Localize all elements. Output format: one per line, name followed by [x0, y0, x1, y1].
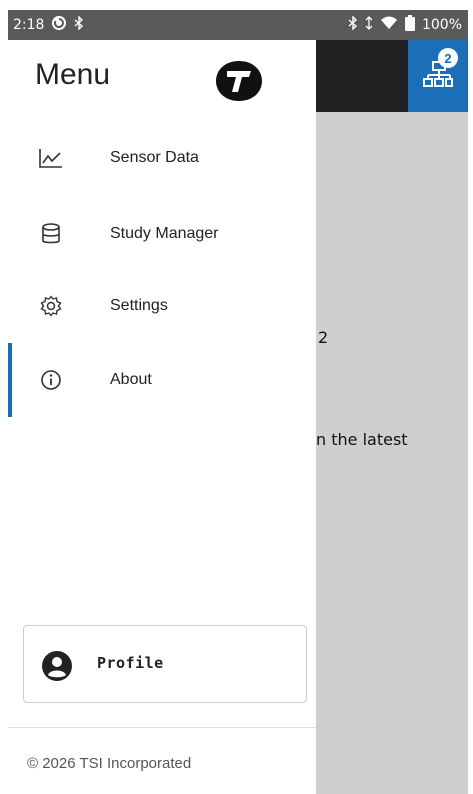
- nav-item-sensor-data[interactable]: Sensor Data: [8, 128, 316, 188]
- background-text: n the latest: [316, 430, 408, 449]
- gear-icon: [38, 293, 64, 319]
- account-circle-icon: [41, 650, 73, 682]
- nav-item-about[interactable]: About: [8, 350, 316, 410]
- database-icon: [38, 221, 64, 247]
- copyright-text: © 2026 TSI Incorporated: [27, 755, 192, 772]
- sync-icon: [51, 15, 67, 35]
- tsi-logo: [213, 58, 265, 104]
- nav-item-label: About: [110, 371, 152, 388]
- signal-icon: [365, 16, 373, 34]
- menu-title: Menu: [35, 58, 111, 91]
- nav-item-label: Sensor Data: [110, 149, 199, 166]
- network-button[interactable]: 2: [408, 40, 468, 112]
- screen-edge: [0, 0, 8, 794]
- nav-item-label: Settings: [110, 297, 168, 314]
- notification-badge: 2: [438, 48, 458, 68]
- app-screen: 2:18 100% 2 2 n the latest Menu Sensor D…: [0, 0, 473, 794]
- chart-line-icon: [38, 145, 64, 171]
- status-bar: 2:18 100%: [8, 10, 468, 40]
- profile-label: Profile: [97, 654, 164, 672]
- drawer-header: Menu: [8, 40, 316, 112]
- background-text: 2: [318, 328, 329, 347]
- nav-item-study-manager[interactable]: Study Manager: [8, 204, 316, 264]
- profile-button[interactable]: Profile: [23, 625, 307, 703]
- battery-percent: 100%: [421, 17, 462, 33]
- battery-icon: [404, 15, 415, 35]
- bluetooth-icon: [74, 15, 84, 34]
- info-icon: [38, 367, 64, 393]
- navigation-drawer: Menu Sensor Data Study Manager Settings …: [8, 40, 316, 794]
- status-time: 2:18: [13, 17, 45, 33]
- wifi-icon: [380, 16, 398, 34]
- bluetooth-icon: [348, 15, 358, 34]
- drawer-divider: [8, 727, 316, 728]
- nav-item-label: Study Manager: [110, 225, 219, 242]
- nav-item-settings[interactable]: Settings: [8, 276, 316, 336]
